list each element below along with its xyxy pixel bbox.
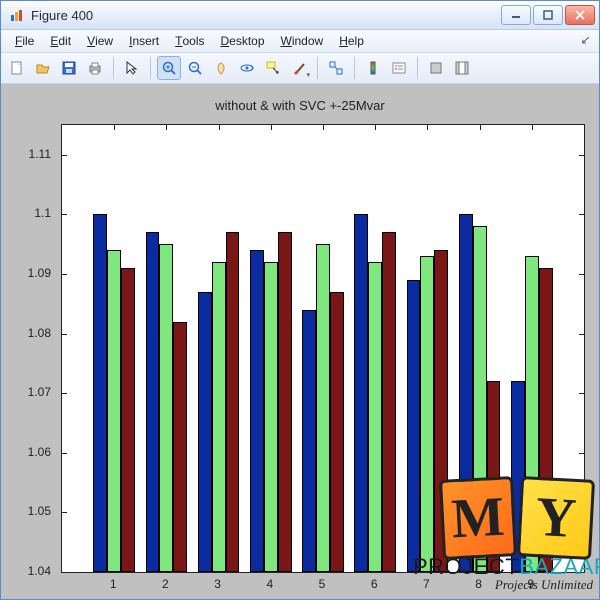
show-plot-tools-button[interactable] (450, 56, 474, 80)
bar[interactable] (173, 322, 187, 572)
x-tick-label: 8 (475, 577, 482, 591)
titlebar[interactable]: Figure 400 (1, 1, 599, 30)
figure-window: Figure 400 File Edit View Insert Tools D… (0, 0, 600, 600)
edit-plot-button[interactable] (120, 56, 144, 80)
x-tick-label: 2 (162, 577, 169, 591)
bar[interactable] (407, 280, 421, 572)
x-tick-label: 5 (319, 577, 326, 591)
y-tick-label: 1.04 (28, 564, 51, 578)
bar[interactable] (250, 250, 264, 572)
y-tick-label: 1.08 (28, 326, 51, 340)
menu-file[interactable]: File (7, 32, 42, 50)
menu-help[interactable]: Help (331, 32, 372, 50)
x-tick-label: 1 (110, 577, 117, 591)
bar[interactable] (146, 232, 160, 572)
toolbar-separator (417, 57, 418, 79)
rotate-3d-button[interactable] (235, 56, 259, 80)
toolbar-separator (317, 57, 318, 79)
menu-edit[interactable]: Edit (42, 32, 79, 50)
toolbar: ▾ (1, 53, 599, 84)
bar[interactable] (511, 381, 525, 572)
chart-title: without & with SVC +-25Mvar (13, 98, 587, 113)
zoom-out-button[interactable] (183, 56, 207, 80)
menu-desktop[interactable]: Desktop (212, 32, 272, 50)
bar[interactable] (278, 232, 292, 572)
new-figure-button[interactable] (5, 56, 29, 80)
bar[interactable] (159, 244, 173, 572)
bars-layer (62, 125, 584, 572)
link-plot-button[interactable] (324, 56, 348, 80)
data-cursor-button[interactable] (261, 56, 285, 80)
dropdown-arrow-icon: ▾ (306, 71, 310, 79)
print-button[interactable] (83, 56, 107, 80)
pan-button[interactable] (209, 56, 233, 80)
y-tick-label: 1.07 (28, 385, 51, 399)
zoom-in-button[interactable] (157, 56, 181, 80)
bar[interactable] (198, 292, 212, 572)
insert-colorbar-button[interactable] (361, 56, 385, 80)
x-tick-label: 4 (266, 577, 273, 591)
bar[interactable] (107, 250, 121, 572)
brush-button[interactable]: ▾ (287, 56, 311, 80)
menu-window[interactable]: Window (273, 32, 332, 50)
bar[interactable] (539, 268, 553, 572)
x-tick-label: 7 (423, 577, 430, 591)
menu-view[interactable]: View (79, 32, 121, 50)
bar[interactable] (93, 214, 107, 572)
save-button[interactable] (57, 56, 81, 80)
bar[interactable] (354, 214, 368, 572)
toolbar-separator (150, 57, 151, 79)
insert-legend-button[interactable] (387, 56, 411, 80)
y-tick-label: 1.09 (28, 266, 51, 280)
hide-plot-tools-button[interactable] (424, 56, 448, 80)
window-controls (501, 5, 595, 25)
bar[interactable] (420, 256, 434, 572)
y-tick-label: 1.06 (28, 445, 51, 459)
matlab-figure-icon (9, 7, 25, 23)
toolbar-separator (354, 57, 355, 79)
bar[interactable] (316, 244, 330, 572)
bar[interactable] (434, 250, 448, 572)
bar[interactable] (212, 262, 226, 572)
maximize-button[interactable] (533, 5, 563, 25)
bar[interactable] (473, 226, 487, 572)
menubar: File Edit View Insert Tools Desktop Wind… (1, 30, 599, 53)
toolbar-separator (113, 57, 114, 79)
bar[interactable] (525, 256, 539, 572)
bar[interactable] (368, 262, 382, 572)
bar[interactable] (487, 381, 501, 572)
bar[interactable] (382, 232, 396, 572)
bar[interactable] (264, 262, 278, 572)
y-axis-ticks: 1.041.051.061.071.081.091.11.11 (1, 124, 57, 573)
bar[interactable] (459, 214, 473, 572)
window-title: Figure 400 (31, 8, 501, 23)
bar[interactable] (330, 292, 344, 572)
x-tick-label: 6 (371, 577, 378, 591)
x-tick-label: 9 (527, 577, 534, 591)
bar[interactable] (121, 268, 135, 572)
open-button[interactable] (31, 56, 55, 80)
y-tick-label: 1.1 (34, 206, 51, 220)
menu-tools[interactable]: Tools (167, 32, 212, 50)
y-tick-label: 1.05 (28, 504, 51, 518)
x-axis-ticks: 1 2 3 4 5 6 7 8 9 (61, 575, 585, 595)
minimize-button[interactable] (501, 5, 531, 25)
close-button[interactable] (565, 5, 595, 25)
bar[interactable] (302, 310, 316, 572)
figure-area[interactable]: without & with SVC +-25Mvar 1.04 1.05 1.06… (1, 84, 599, 599)
menu-insert[interactable]: Insert (121, 32, 167, 50)
x-tick-label: 3 (214, 577, 221, 591)
plot-axes[interactable] (61, 124, 585, 573)
bar[interactable] (226, 232, 240, 572)
dock-icon[interactable]: ↘ (581, 35, 593, 47)
y-tick-label: 1.11 (29, 147, 51, 161)
